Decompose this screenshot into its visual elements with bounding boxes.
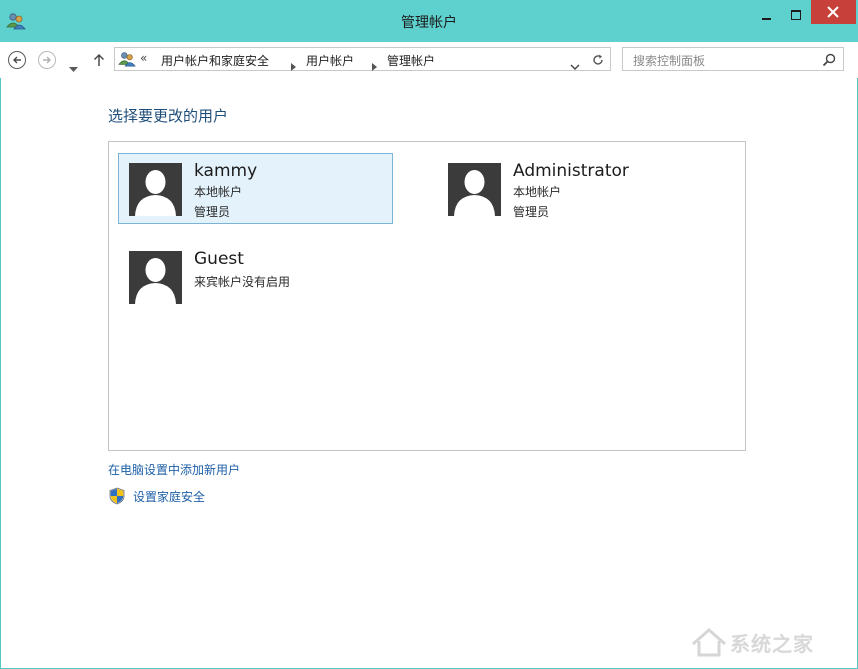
address-bar[interactable]: « 用户帐户和家庭安全 用户帐户 管理帐户 xyxy=(114,47,611,71)
account-tile-administrator[interactable]: Administrator 本地帐户 管理员 xyxy=(437,153,712,224)
address-overflow-button[interactable]: « xyxy=(140,51,147,65)
back-button[interactable] xyxy=(8,51,26,69)
account-tile-kammy[interactable]: kammy 本地帐户 管理员 xyxy=(118,153,393,224)
breadcrumb-user-accounts[interactable]: 用户帐户 xyxy=(306,52,354,69)
chevron-down-icon xyxy=(69,67,78,72)
breadcrumb-separator-icon[interactable] xyxy=(291,56,296,75)
title-bar[interactable]: 管理帐户 xyxy=(0,0,858,42)
back-arrow-icon xyxy=(13,56,21,64)
shield-icon xyxy=(108,487,126,509)
account-type: 本地帐户 xyxy=(513,185,562,199)
breadcrumb-family-safety[interactable]: 用户帐户和家庭安全 xyxy=(161,52,269,69)
search-placeholder: 搜索控制面板 xyxy=(633,54,706,68)
watermark-logo-icon xyxy=(692,628,726,657)
maximize-button[interactable] xyxy=(782,0,810,28)
forward-arrow-icon xyxy=(43,56,51,64)
search-input[interactable]: 搜索控制面板 xyxy=(622,47,844,71)
watermark: 系统之家 xyxy=(690,622,850,662)
page-heading: 选择要更改的用户 xyxy=(108,107,229,125)
account-role: 管理员 xyxy=(194,205,231,219)
refresh-icon xyxy=(593,54,603,65)
add-new-user-link[interactable]: 在电脑设置中添加新用户 xyxy=(108,461,240,478)
minimize-button[interactable] xyxy=(752,0,780,28)
account-name: Guest xyxy=(194,249,244,269)
breadcrumb-separator-icon[interactable] xyxy=(372,56,377,75)
control-panel-users-icon xyxy=(118,51,136,71)
refresh-button[interactable] xyxy=(591,52,605,71)
account-status: 来宾帐户没有启用 xyxy=(194,275,291,289)
forward-button[interactable] xyxy=(38,51,56,69)
account-role: 管理员 xyxy=(513,205,550,219)
close-button[interactable] xyxy=(811,0,856,24)
address-history-button[interactable] xyxy=(570,56,580,75)
account-name: Administrator xyxy=(513,161,629,181)
recent-locations-button[interactable] xyxy=(69,58,78,77)
account-tile-guest[interactable]: Guest 来宾帐户没有启用 xyxy=(118,241,393,312)
account-name: kammy xyxy=(194,161,258,181)
up-button[interactable] xyxy=(93,52,105,71)
family-safety-label: 设置家庭安全 xyxy=(133,490,206,504)
breadcrumb-manage-accounts[interactable]: 管理帐户 xyxy=(387,52,435,69)
window-title: 管理帐户 xyxy=(401,15,457,31)
account-type: 本地帐户 xyxy=(194,185,243,199)
up-arrow-icon xyxy=(93,53,105,66)
accounts-list: kammy 本地帐户 管理员 Administrator 本地帐户 管理员 Gu… xyxy=(108,141,746,451)
search-icon[interactable] xyxy=(822,52,836,71)
user-avatar-icon xyxy=(129,163,182,216)
user-avatar-icon xyxy=(129,251,182,304)
close-icon xyxy=(827,6,839,18)
user-avatar-icon xyxy=(448,163,501,216)
watermark-text: 系统之家 xyxy=(730,632,814,656)
chevron-down-icon xyxy=(570,64,580,70)
